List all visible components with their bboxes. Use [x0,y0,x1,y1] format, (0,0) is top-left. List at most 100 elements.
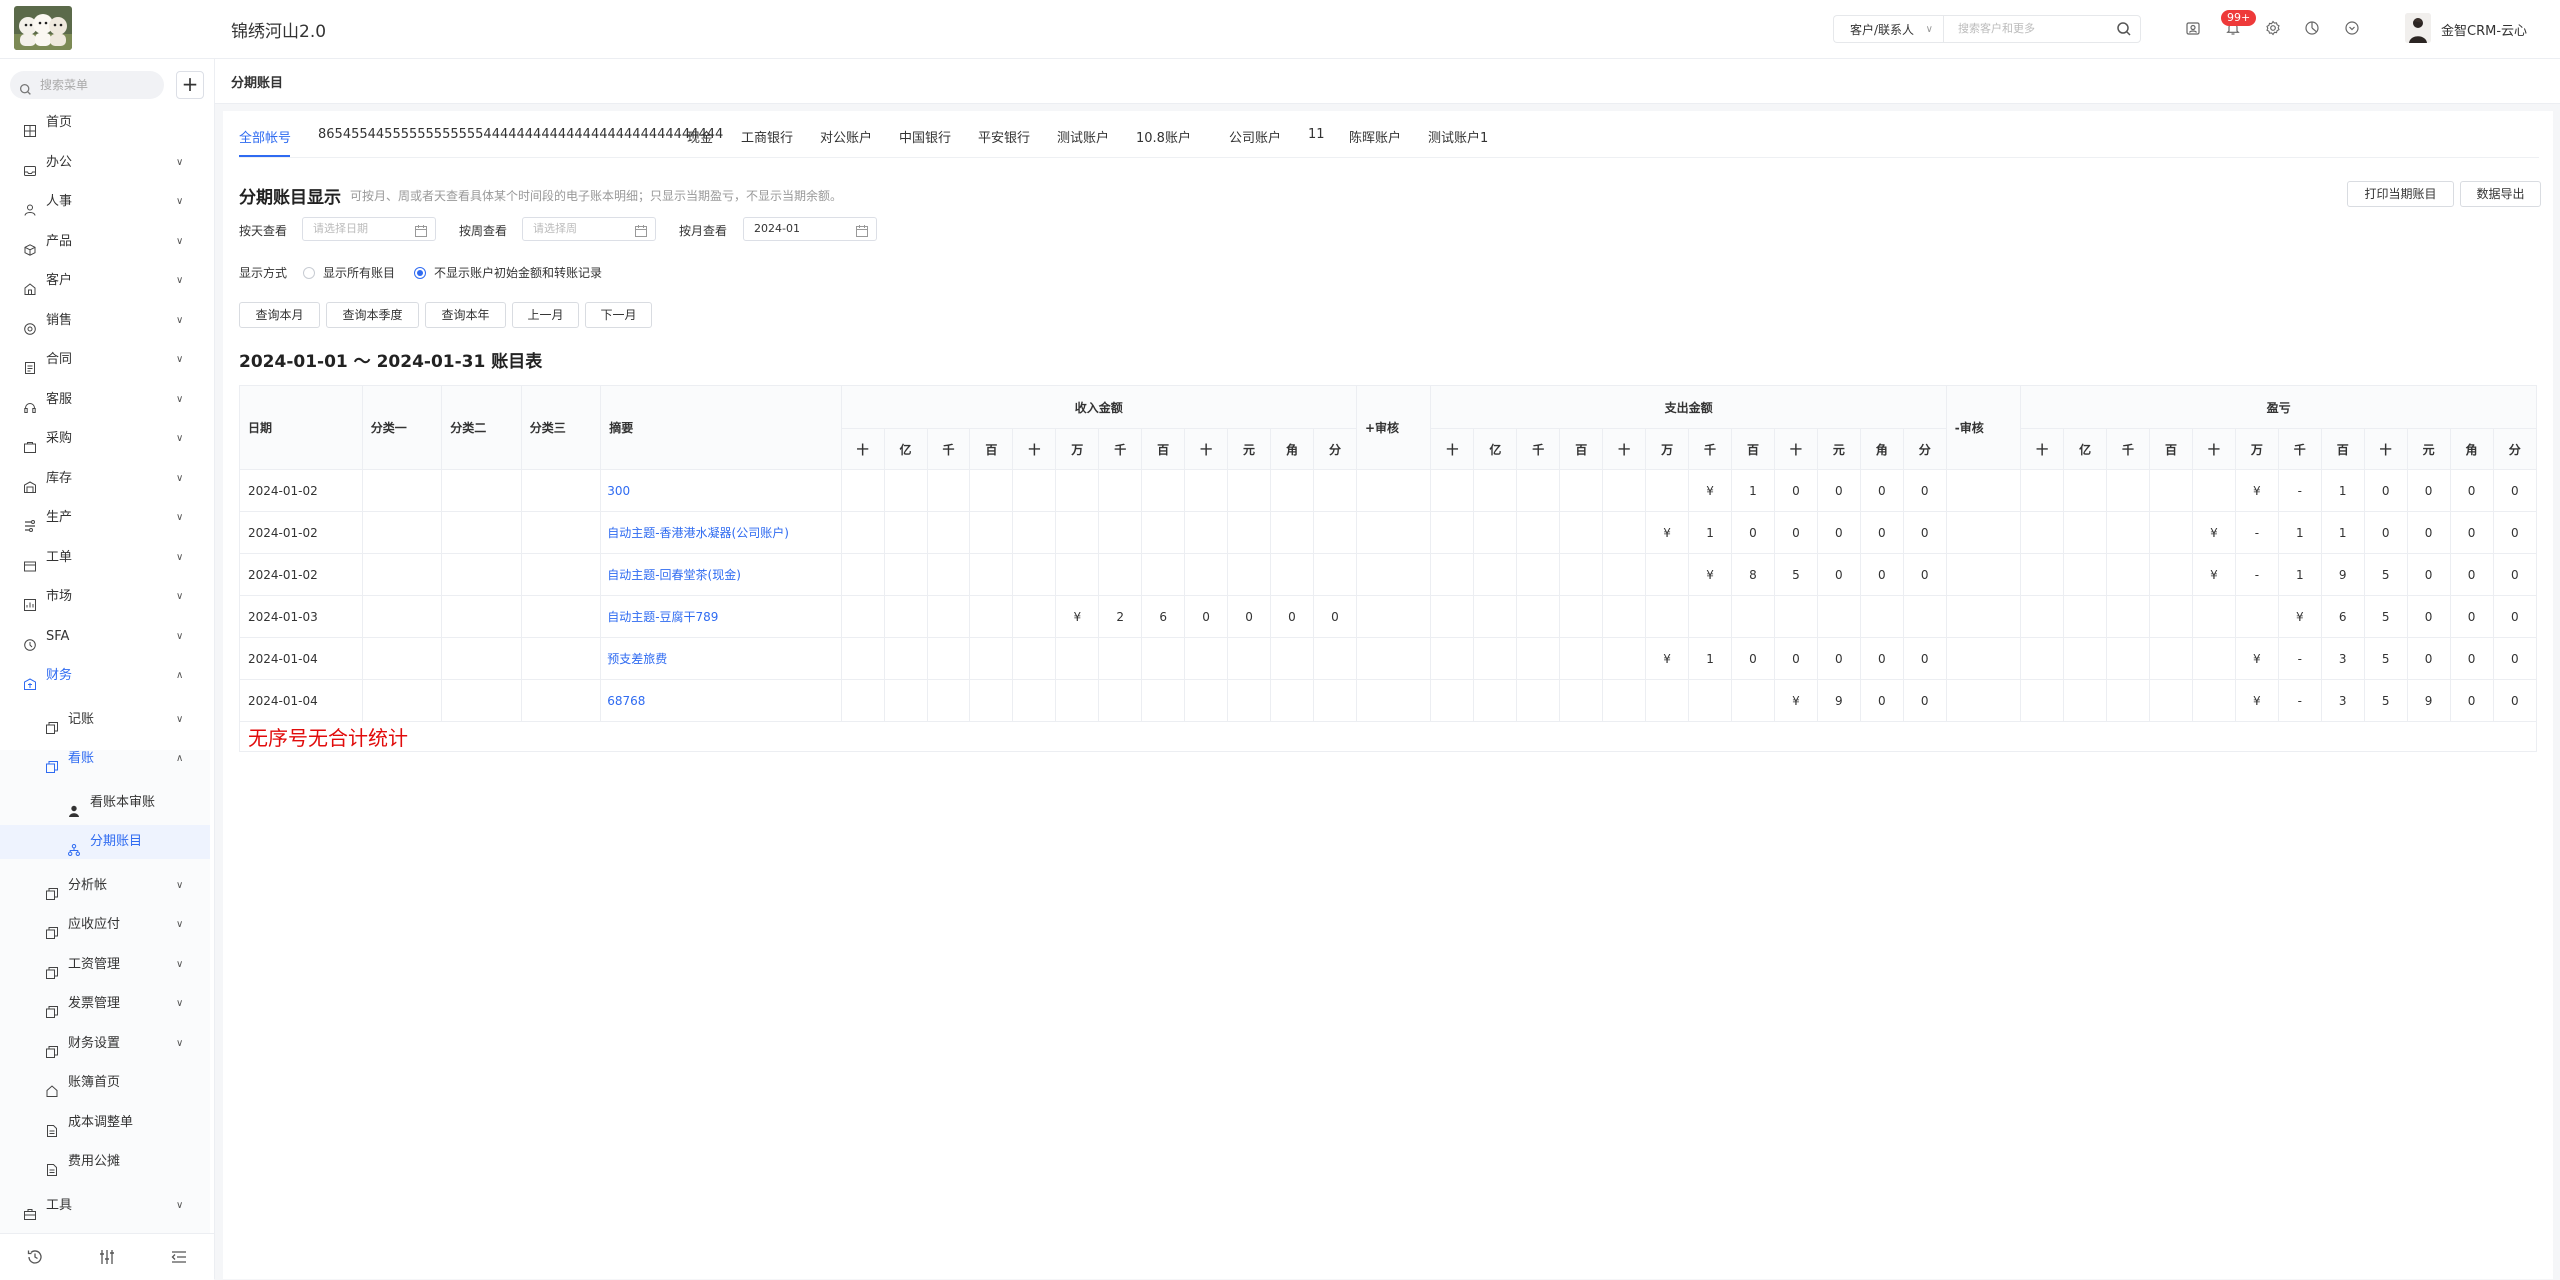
sidebar-item-receivable-payable[interactable]: 应收应付 ∨ [0,908,210,942]
chart-pie-icon[interactable] [2300,16,2324,40]
query-this-month-button[interactable]: 查询本月 [239,302,320,328]
sliders-icon[interactable] [98,1248,116,1266]
avatar[interactable] [2405,13,2431,43]
global-search-input[interactable]: 搜索客户和更多 [1943,15,2141,43]
cell-summary-link[interactable]: 68768 [600,679,842,722]
radio-show-all[interactable] [303,267,315,279]
tab-test-account[interactable]: 测试账户 [1057,127,1109,146]
tab-cash[interactable]: 现金 [687,127,713,146]
week-picker[interactable]: 请选择周 [522,217,656,241]
sidebar-item-installment-ledger[interactable]: 分期账目 [0,825,210,859]
cell-summary-link[interactable]: 预支差旅费 [600,637,842,680]
sidebar-item-sfa[interactable]: SFA ∨ [0,620,210,654]
digit-header-expense: 十 [1773,428,1818,470]
sidebar-item-ticket[interactable]: 工单 ∨ [0,541,210,575]
search-icon[interactable] [2116,21,2132,47]
cell-summary-link[interactable]: 自动主题-香港港水凝器(公司账户) [600,511,842,554]
cell-summary-link[interactable]: 300 [600,469,842,512]
cell-cat1 [361,469,443,512]
sidebar-item-office[interactable]: 办公 ∨ [0,146,210,180]
next-month-button[interactable]: 下一月 [585,302,652,328]
sidebar-item-ledger-home[interactable]: 账簿首页 [0,1066,210,1100]
cell-income-digit [1184,511,1229,554]
sidebar-item-inventory[interactable]: 库存 ∨ [0,462,210,496]
sidebar-item-market[interactable]: 市场 ∨ [0,580,210,614]
tab-bank-of-china[interactable]: 中国银行 [899,127,951,146]
search-placeholder: 搜索客户和更多 [1958,22,2035,35]
sidebar-item-tools[interactable]: 工具 ∨ [0,1189,210,1223]
contacts-icon[interactable] [2181,16,2205,40]
tab-account-11[interactable]: 11 [1308,127,1325,142]
cell-profit-digit [2020,637,2065,680]
table-row: 2024-01-02 300 ¥1 0 0 0 0 ¥ -1 0 0 0 0 [239,469,2538,512]
tab-account-long-number[interactable]: 8654554455555555555544444444444444444444… [318,127,723,142]
gear-icon[interactable] [2261,16,2285,40]
tab-test-account-1[interactable]: 测试账户1 [1428,127,1488,146]
tab-all-accounts[interactable]: 全部帐号 [239,127,291,146]
cell-income-digit [1312,679,1357,722]
sidebar-item-customer[interactable]: 客户 ∨ [0,264,210,298]
sidebar-item-service[interactable]: 客服 ∨ [0,383,210,417]
sidebar-item-sales[interactable]: 销售 ∨ [0,304,210,338]
tab-corporate-account[interactable]: 对公账户 [820,127,872,146]
menu-search-input[interactable]: 搜索菜单 [10,71,164,99]
month-picker[interactable]: 2024-01 [743,217,877,241]
sidebar-item-hr[interactable]: 人事 ∨ [0,185,210,219]
cell-income-digit [1055,679,1100,722]
cell-summary-link[interactable]: 自动主题-回春堂茶(现金) [600,553,842,596]
cell-cat3 [520,595,602,638]
sidebar-item-production[interactable]: 生产 ∨ [0,501,210,535]
previous-month-button[interactable]: 上一月 [512,302,579,328]
query-this-year-button[interactable]: 查询本年 [425,302,506,328]
day-date-picker[interactable]: 请选择日期 [302,217,436,241]
sidebar-item-expense-share[interactable]: 费用公摊 [0,1145,210,1179]
notification-badge: 99+ [2221,10,2257,26]
cell-expense-audit [1945,679,2022,722]
cell-profit-digit [2106,637,2151,680]
sidebar-item-bookkeeping[interactable]: 记账 ∨ [0,703,210,737]
tree-icon [68,836,81,857]
cell-income-digit [883,553,928,596]
cell-income-digit [883,469,928,512]
cell-summary-link[interactable]: 自动主题-豆腐干789 [600,595,842,638]
cell-income-digit [840,637,885,680]
sidebar-item-label: 财务 [46,668,73,683]
cell-profit-digit [2191,679,2236,722]
cell-income-digit [1227,511,1272,554]
sidebar-item-home[interactable]: 首页 [0,106,210,140]
sidebar-item-label: 库存 [46,471,73,486]
radio-hide-initial-label[interactable]: 不显示账户初始金额和转账记录 [434,264,602,281]
sidebar-item-purchase[interactable]: 采购 ∨ [0,422,210,456]
app-logo[interactable] [14,6,72,50]
print-period-button[interactable]: 打印当期账目 [2347,181,2454,207]
sidebar-item-analysis[interactable]: 分析帐 ∨ [0,869,210,903]
query-this-quarter-button[interactable]: 查询本季度 [326,302,419,328]
sidebar-item-view-ledger[interactable]: 看账 ∧ [0,742,210,776]
help-icon[interactable] [2340,16,2364,40]
tab-company-account[interactable]: 公司账户 [1229,127,1281,146]
radio-hide-initial[interactable] [414,267,426,279]
radio-show-all-label[interactable]: 显示所有账目 [323,264,395,281]
sidebar-item-product[interactable]: 产品 ∨ [0,225,210,259]
cell-profit-digit: 5 [2363,595,2408,638]
tab-icbc[interactable]: 工商银行 [741,127,793,146]
sidebar-item-cost-adjust[interactable]: 成本调整单 [0,1106,210,1140]
digit-header-income: 亿 [883,428,928,470]
collapse-menu-icon[interactable] [170,1248,188,1266]
cell-expense-digit [1516,553,1561,596]
tab-chenhui-account[interactable]: 陈晖账户 [1349,127,1401,146]
user-name[interactable]: 金智CRM-云心 [2441,20,2527,39]
sidebar-item-payroll[interactable]: 工资管理 ∨ [0,948,210,982]
sidebar-item-ledger-audit[interactable]: 看账本审账 [0,786,210,820]
history-icon[interactable] [26,1248,44,1266]
sidebar-item-finance-settings[interactable]: 财务设置 ∨ [0,1027,210,1061]
tab-10-8-account[interactable]: 10.8账户 [1136,127,1191,146]
export-data-button[interactable]: 数据导出 [2460,181,2541,207]
sidebar-item-invoice[interactable]: 发票管理 ∨ [0,987,210,1021]
cell-expense-digit [1559,679,1604,722]
sidebar-item-contract[interactable]: 合同 ∨ [0,343,210,377]
tab-ping-an-bank[interactable]: 平安银行 [978,127,1030,146]
add-menu-button[interactable]: + [176,71,204,99]
contact-type-select[interactable]: 客户/联系人 ∨ [1833,15,1943,43]
sidebar-item-finance[interactable]: 财务 ∧ [0,659,210,693]
